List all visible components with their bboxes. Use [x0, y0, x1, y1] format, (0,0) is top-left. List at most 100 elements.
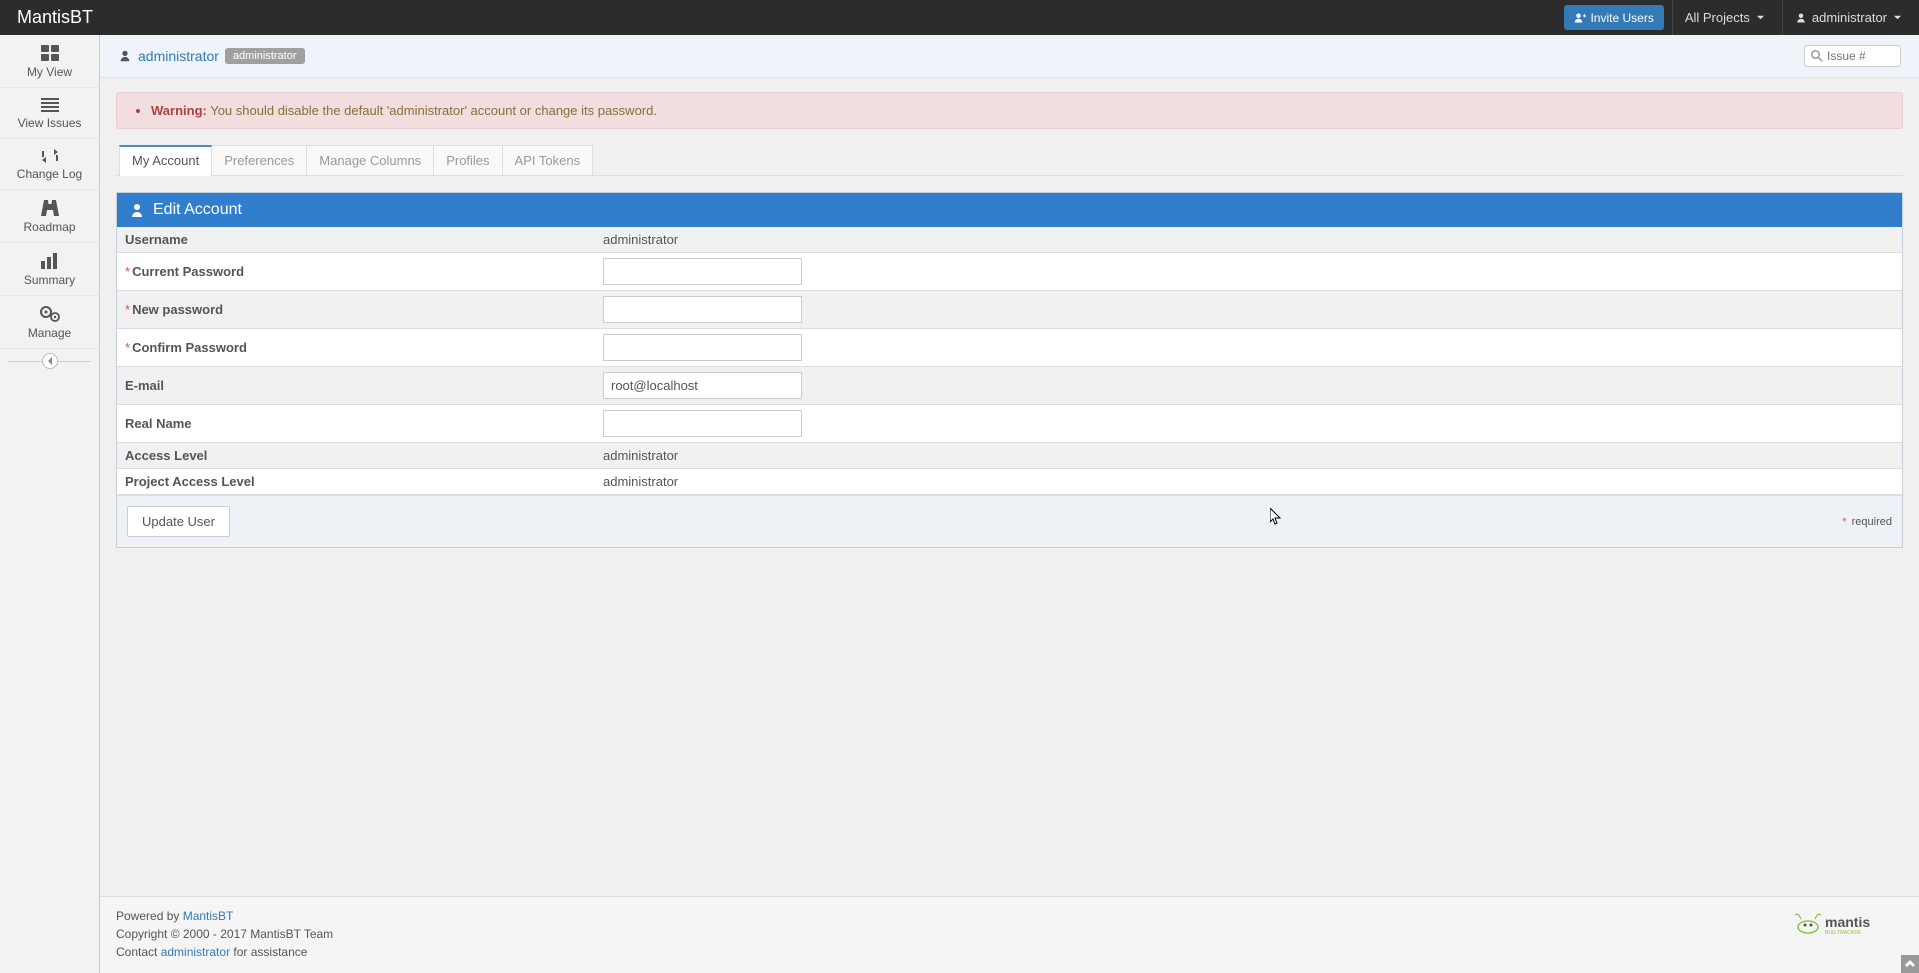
- required-star: *: [125, 340, 130, 355]
- edit-account-panel: Edit Account Username administrator *Cur…: [116, 192, 1903, 548]
- issue-search-input[interactable]: [1827, 49, 1894, 63]
- row-new-password: *New password: [117, 291, 1902, 329]
- label-new-password: New password: [132, 302, 223, 317]
- value-access-level: administrator: [603, 448, 678, 463]
- tab-api-tokens[interactable]: API Tokens: [502, 145, 594, 175]
- gears-icon: [40, 306, 60, 322]
- input-current-password[interactable]: [603, 258, 802, 285]
- chevron-down-icon: [1893, 13, 1902, 22]
- svg-text:mantis: mantis: [1825, 914, 1870, 930]
- user-plus-icon: [1574, 12, 1586, 24]
- required-star: *: [125, 264, 130, 279]
- sidebar-item-manage[interactable]: Manage: [0, 296, 99, 349]
- footer-text: Powered by MantisBT Copyright © 2000 - 2…: [116, 907, 333, 961]
- content: Warning: You should disable the default …: [100, 78, 1919, 562]
- sidebar-item-label: View Issues: [18, 116, 82, 130]
- input-new-password[interactable]: [603, 296, 802, 323]
- powered-prefix: Powered by: [116, 909, 183, 923]
- invite-label: Invite Users: [1590, 11, 1653, 25]
- breadcrumb-user-badge: administrator: [225, 48, 305, 64]
- chevron-left-icon: [47, 357, 53, 365]
- mantis-logo-icon: mantis BUG TRACKER: [1793, 907, 1903, 937]
- sidebar-item-summary[interactable]: Summary: [0, 243, 99, 296]
- scroll-to-top-button[interactable]: [1901, 955, 1919, 973]
- sidebar-item-label: Change Log: [17, 167, 82, 181]
- contact-link[interactable]: administrator: [161, 945, 230, 959]
- label-realname: Real Name: [117, 405, 595, 443]
- required-note: * required: [1842, 516, 1892, 528]
- value-username: administrator: [603, 232, 678, 247]
- user-icon: [129, 202, 145, 218]
- warning-alert: Warning: You should disable the default …: [116, 92, 1903, 129]
- contact-prefix: Contact: [116, 945, 161, 959]
- label-email: E-mail: [117, 367, 595, 405]
- alert-text: You should disable the default 'administ…: [207, 103, 657, 118]
- label-project-access-level: Project Access Level: [117, 469, 595, 495]
- retweet-icon: [40, 149, 60, 163]
- breadcrumb: administrator administrator: [118, 48, 305, 64]
- row-access-level: Access Level administrator: [117, 443, 1902, 469]
- required-star: *: [125, 302, 130, 317]
- chevron-down-icon: [1756, 13, 1765, 22]
- row-project-access-level: Project Access Level administrator: [117, 469, 1902, 495]
- footer: Powered by MantisBT Copyright © 2000 - 2…: [100, 896, 1919, 973]
- project-label: All Projects: [1685, 10, 1750, 25]
- sidebar-item-myview[interactable]: My View: [0, 35, 99, 88]
- user-icon: [118, 49, 132, 63]
- update-user-button[interactable]: Update User: [127, 506, 230, 537]
- row-confirm-password: *Confirm Password: [117, 329, 1902, 367]
- search-icon: [1811, 50, 1823, 62]
- main-area: administrator administrator Warning: You…: [100, 35, 1919, 562]
- project-selector[interactable]: All Projects: [1672, 0, 1782, 35]
- user-menu[interactable]: administrator: [1782, 0, 1919, 35]
- alert-prefix: Warning:: [151, 103, 207, 118]
- row-email: E-mail: [117, 367, 1902, 405]
- account-form-table: Username administrator *Current Password…: [117, 227, 1902, 495]
- panel-footer: Update User * required: [117, 495, 1902, 547]
- sidebar-item-viewissues[interactable]: View Issues: [0, 88, 99, 139]
- sidebar-item-label: My View: [27, 65, 72, 79]
- input-realname[interactable]: [603, 410, 802, 437]
- sidebar: My View View Issues Change Log Roadmap S…: [0, 35, 100, 973]
- label-access-level: Access Level: [117, 443, 595, 469]
- breadcrumb-bar: administrator administrator: [100, 35, 1919, 78]
- label-username: Username: [117, 227, 595, 253]
- collapse-button[interactable]: [42, 353, 58, 369]
- sidebar-item-changelog[interactable]: Change Log: [0, 139, 99, 190]
- row-username: Username administrator: [117, 227, 1902, 253]
- dashboard-icon: [41, 45, 59, 61]
- user-menu-label: administrator: [1812, 10, 1887, 25]
- sidebar-item-label: Manage: [28, 326, 71, 340]
- sidebar-item-roadmap[interactable]: Roadmap: [0, 190, 99, 243]
- navbar-right: Invite Users All Projects administrator: [1556, 0, 1919, 35]
- row-current-password: *Current Password: [117, 253, 1902, 291]
- panel-header: Edit Account: [117, 193, 1902, 227]
- powered-link[interactable]: MantisBT: [183, 909, 234, 923]
- copyright: Copyright © 2000 - 2017 MantisBT Team: [116, 925, 333, 943]
- road-icon: [41, 200, 59, 216]
- sidebar-item-label: Summary: [24, 273, 75, 287]
- breadcrumb-user-link[interactable]: administrator: [138, 48, 219, 64]
- list-icon: [41, 98, 59, 112]
- value-project-access-level: administrator: [603, 474, 678, 489]
- tab-my-account[interactable]: My Account: [119, 145, 212, 176]
- user-icon: [1795, 12, 1807, 24]
- invite-users-button[interactable]: Invite Users: [1564, 5, 1663, 30]
- chevron-up-icon: [1905, 960, 1915, 968]
- input-email[interactable]: [603, 372, 802, 399]
- sidebar-collapse[interactable]: [0, 349, 99, 373]
- input-confirm-password[interactable]: [603, 334, 802, 361]
- panel-title: Edit Account: [153, 201, 242, 219]
- row-realname: Real Name: [117, 405, 1902, 443]
- label-confirm-password: Confirm Password: [132, 340, 247, 355]
- footer-logo: mantis BUG TRACKER: [1793, 907, 1903, 937]
- top-navbar: MantisBT Invite Users All Projects admin…: [0, 0, 1919, 35]
- contact-suffix: for assistance: [230, 945, 307, 959]
- label-current-password: Current Password: [132, 264, 244, 279]
- tab-profiles[interactable]: Profiles: [433, 145, 502, 175]
- tab-manage-columns[interactable]: Manage Columns: [306, 145, 434, 175]
- brand[interactable]: MantisBT: [0, 7, 110, 28]
- issue-search[interactable]: [1804, 45, 1901, 67]
- tab-preferences[interactable]: Preferences: [211, 145, 307, 175]
- sidebar-item-label: Roadmap: [23, 220, 75, 234]
